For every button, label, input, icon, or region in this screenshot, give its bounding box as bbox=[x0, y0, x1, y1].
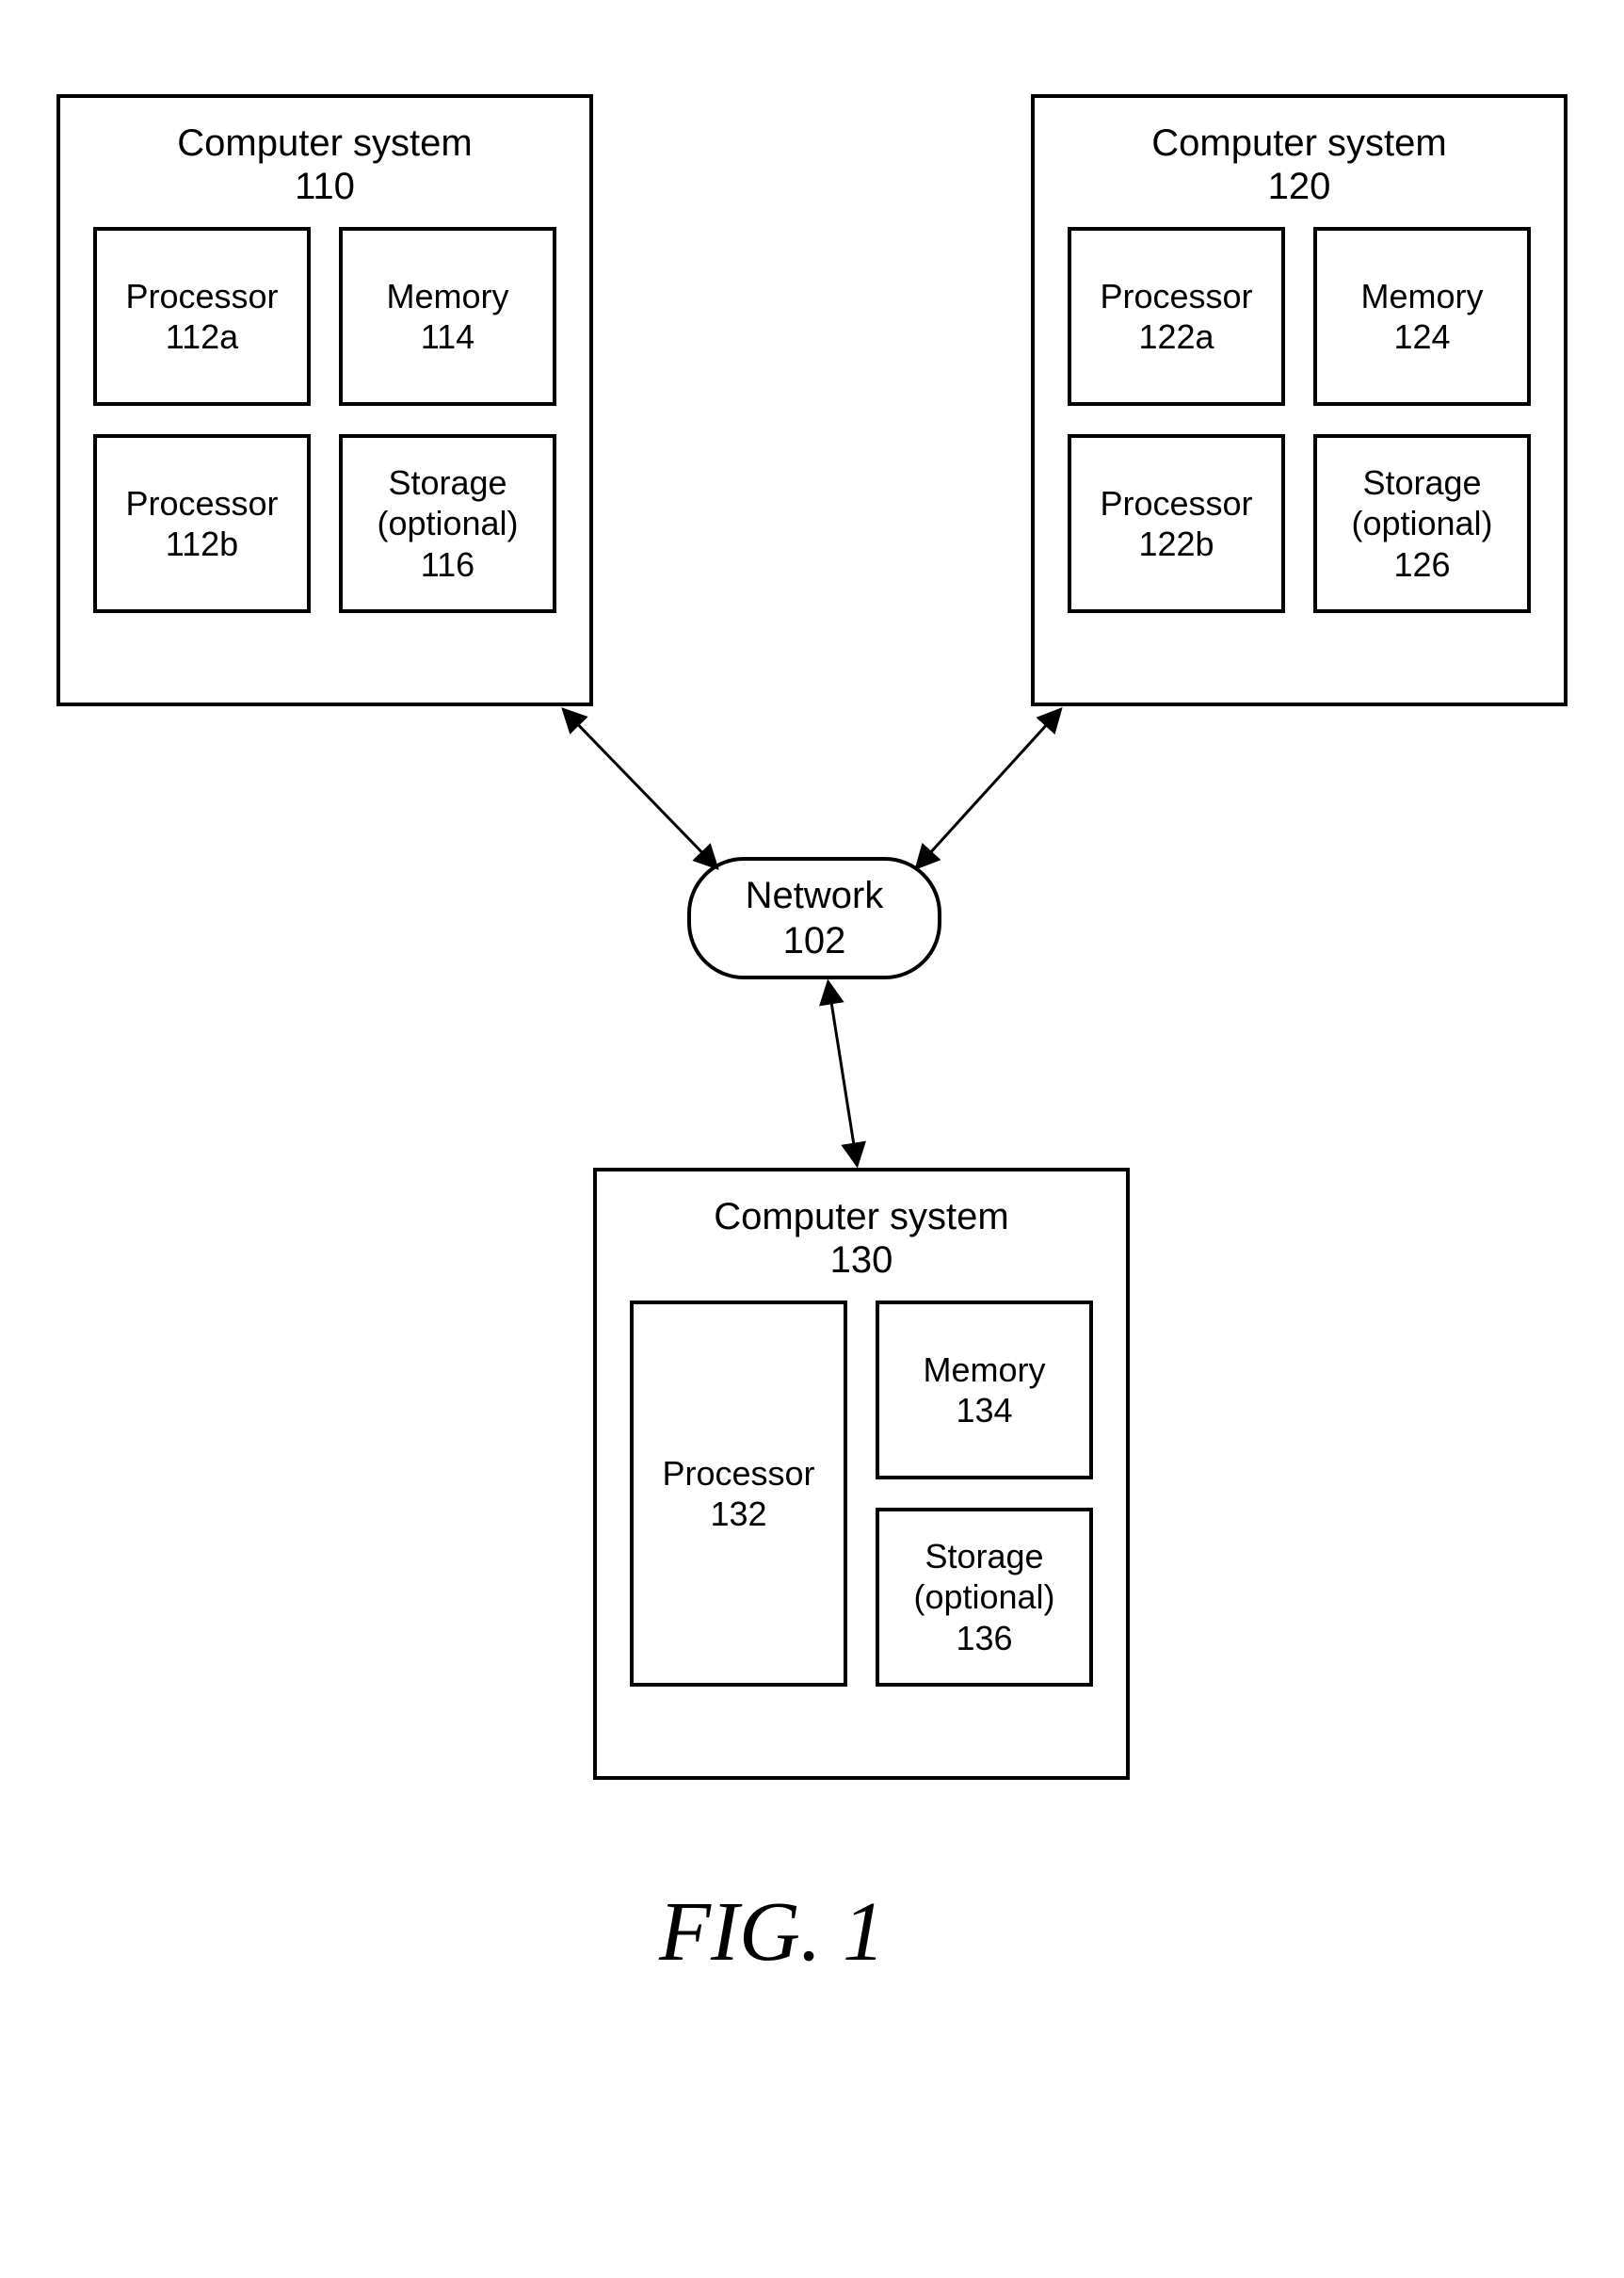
computer-system-120: Computer system 120 Processor 122a Memor… bbox=[1031, 94, 1568, 706]
component-grid: Processor 132 Memory 134 Storage (option… bbox=[597, 1301, 1126, 1720]
diagram-canvas: Computer system 110 Processor 112a Memor… bbox=[38, 38, 1586, 2240]
network-node: Network 102 bbox=[687, 857, 941, 979]
processor-122b: Processor 122b bbox=[1068, 434, 1285, 613]
arrow-120-network bbox=[918, 711, 1059, 866]
processor-122a: Processor 122a bbox=[1068, 227, 1285, 406]
arrow-network-130 bbox=[828, 984, 857, 1163]
memory-134: Memory 134 bbox=[876, 1301, 1093, 1479]
system-title: Computer system 120 bbox=[1035, 121, 1564, 208]
computer-system-130: Computer system 130 Processor 132 Memory… bbox=[593, 1168, 1130, 1780]
storage-136: Storage (optional) 136 bbox=[876, 1508, 1093, 1687]
arrow-110-network bbox=[565, 711, 716, 866]
memory-124: Memory 124 bbox=[1313, 227, 1531, 406]
processor-132: Processor 132 bbox=[630, 1301, 847, 1687]
memory-114: Memory 114 bbox=[339, 227, 556, 406]
system-title: Computer system 130 bbox=[597, 1195, 1126, 1282]
processor-112b: Processor 112b bbox=[93, 434, 311, 613]
component-grid: Processor 112a Memory 114 Processor 112b… bbox=[60, 227, 589, 646]
computer-system-110: Computer system 110 Processor 112a Memor… bbox=[56, 94, 593, 706]
component-grid: Processor 122a Memory 124 Processor 122b… bbox=[1035, 227, 1564, 646]
system-title: Computer system 110 bbox=[60, 121, 589, 208]
storage-126: Storage (optional) 126 bbox=[1313, 434, 1531, 613]
storage-116: Storage (optional) 116 bbox=[339, 434, 556, 613]
processor-112a: Processor 112a bbox=[93, 227, 311, 406]
network-label: Network 102 bbox=[746, 873, 884, 963]
figure-label: FIG. 1 bbox=[659, 1883, 885, 1980]
